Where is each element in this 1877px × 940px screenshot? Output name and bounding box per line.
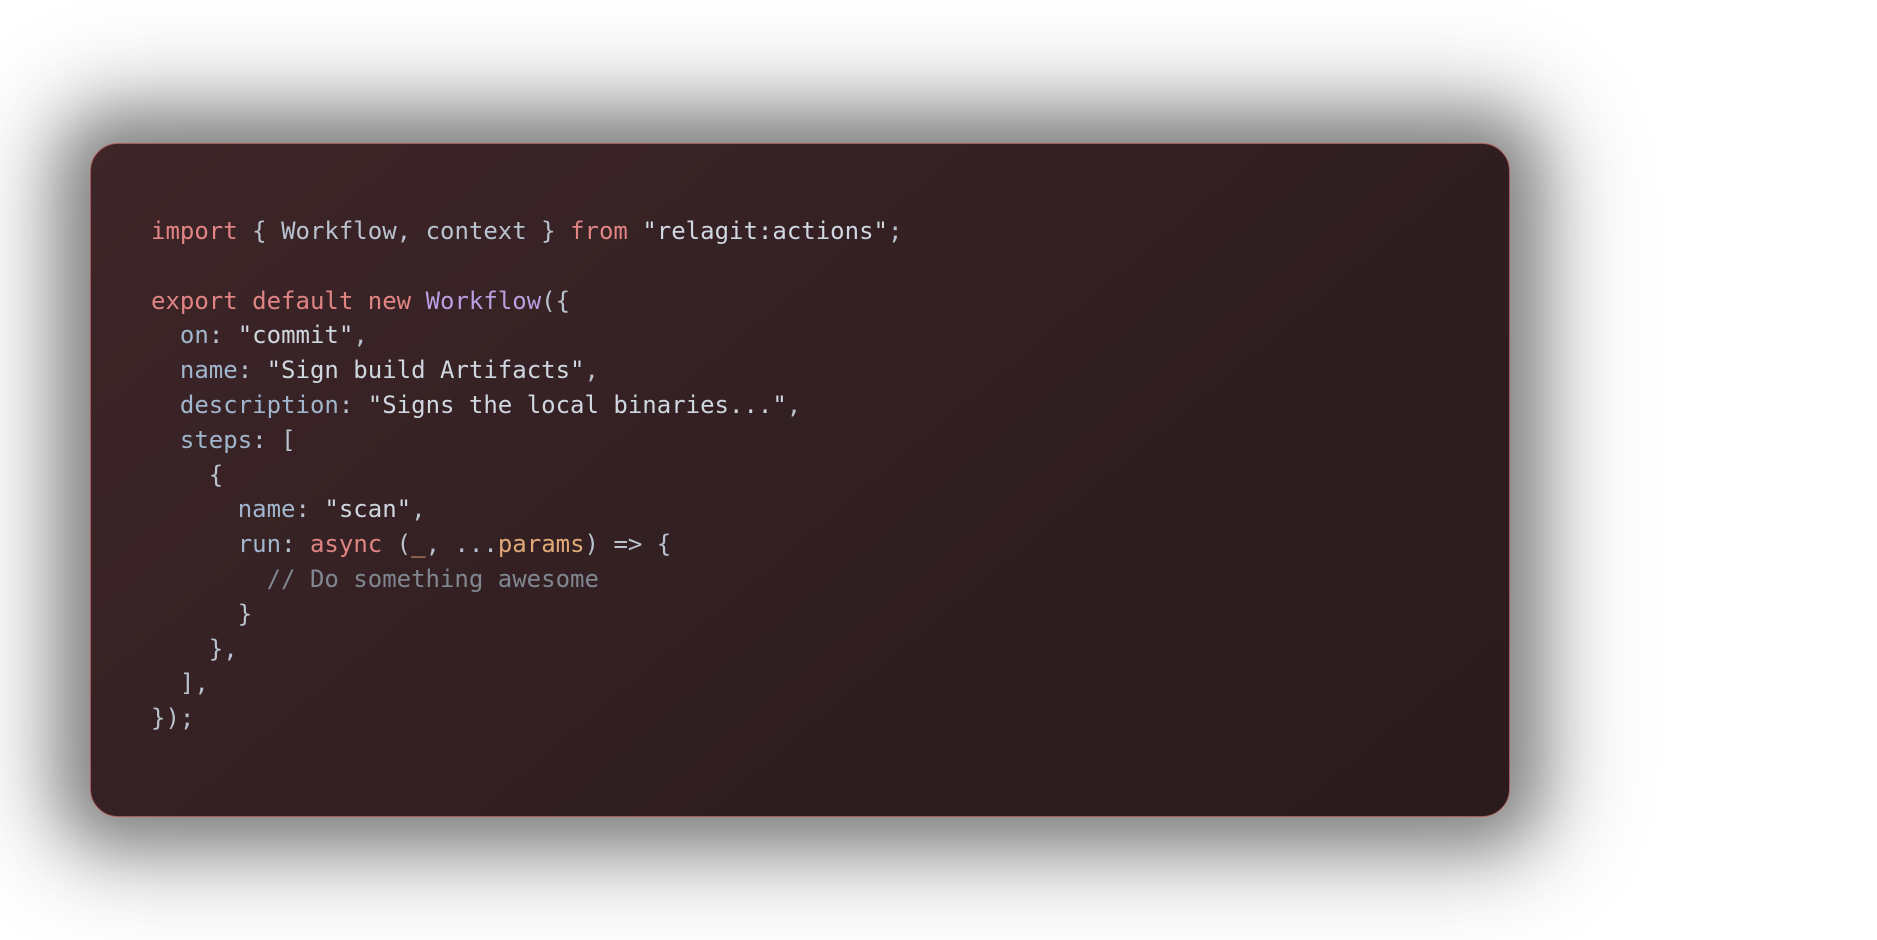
string-step-name-value: "scan"	[324, 495, 411, 523]
indent	[151, 356, 180, 384]
keyword-export: export	[151, 287, 238, 315]
identifier-workflow: Workflow	[281, 217, 397, 245]
spacer	[238, 287, 252, 315]
keyword-async: async	[310, 530, 382, 558]
punctuation: }	[238, 600, 252, 628]
punctuation: :	[339, 391, 368, 419]
punctuation: :	[238, 356, 267, 384]
identifier-context: context	[426, 217, 527, 245]
indent	[151, 565, 267, 593]
punctuation: ) => {	[585, 530, 672, 558]
keyword-import: import	[151, 217, 238, 245]
spread-operator: ...	[454, 530, 497, 558]
punctuation: ]	[180, 669, 194, 697]
property-step-name: name	[238, 495, 296, 523]
punctuation: ,	[426, 530, 455, 558]
punctuation: ,	[353, 321, 367, 349]
punctuation: {	[209, 461, 223, 489]
punctuation: ,	[397, 217, 426, 245]
punctuation: }	[527, 217, 570, 245]
param-params: params	[498, 530, 585, 558]
property-steps: steps	[180, 426, 252, 454]
string-on-value: "commit"	[238, 321, 354, 349]
code-block: import { Workflow, context } from "relag…	[151, 214, 1449, 736]
punctuation: [	[281, 426, 295, 454]
punctuation: ,	[787, 391, 801, 419]
string-name-value: "Sign build Artifacts"	[267, 356, 585, 384]
punctuation: :	[281, 530, 310, 558]
indent	[151, 495, 238, 523]
indent	[151, 600, 238, 628]
comment: // Do something awesome	[267, 565, 599, 593]
punctuation: ,	[411, 495, 425, 523]
keyword-default: default	[252, 287, 353, 315]
class-workflow: Workflow	[426, 287, 542, 315]
punctuation: ({	[541, 287, 570, 315]
keyword-new: new	[368, 287, 411, 315]
punctuation: :	[209, 321, 238, 349]
indent	[151, 426, 180, 454]
string-description-value: "Signs the local binaries..."	[368, 391, 787, 419]
indent	[151, 321, 180, 349]
indent	[151, 635, 209, 663]
indent	[151, 461, 209, 489]
punctuation: ,	[194, 669, 208, 697]
spacer	[353, 287, 367, 315]
property-on: on	[180, 321, 209, 349]
punctuation: :	[252, 426, 281, 454]
punctuation: ,	[223, 635, 237, 663]
indent	[151, 669, 180, 697]
punctuation: ,	[585, 356, 599, 384]
punctuation: :	[296, 495, 325, 523]
indent	[151, 391, 180, 419]
property-description: description	[180, 391, 339, 419]
code-card: import { Workflow, context } from "relag…	[90, 143, 1510, 817]
string-module: "relagit:actions"	[642, 217, 888, 245]
punctuation: ;	[888, 217, 902, 245]
punctuation: });	[151, 704, 194, 732]
keyword-from: from	[570, 217, 628, 245]
property-name: name	[180, 356, 238, 384]
indent	[151, 530, 238, 558]
property-run: run	[238, 530, 281, 558]
param-underscore: _	[411, 530, 425, 558]
spacer	[628, 217, 642, 245]
punctuation: {	[238, 217, 281, 245]
spacer	[411, 287, 425, 315]
punctuation: (	[382, 530, 411, 558]
punctuation: }	[209, 635, 223, 663]
